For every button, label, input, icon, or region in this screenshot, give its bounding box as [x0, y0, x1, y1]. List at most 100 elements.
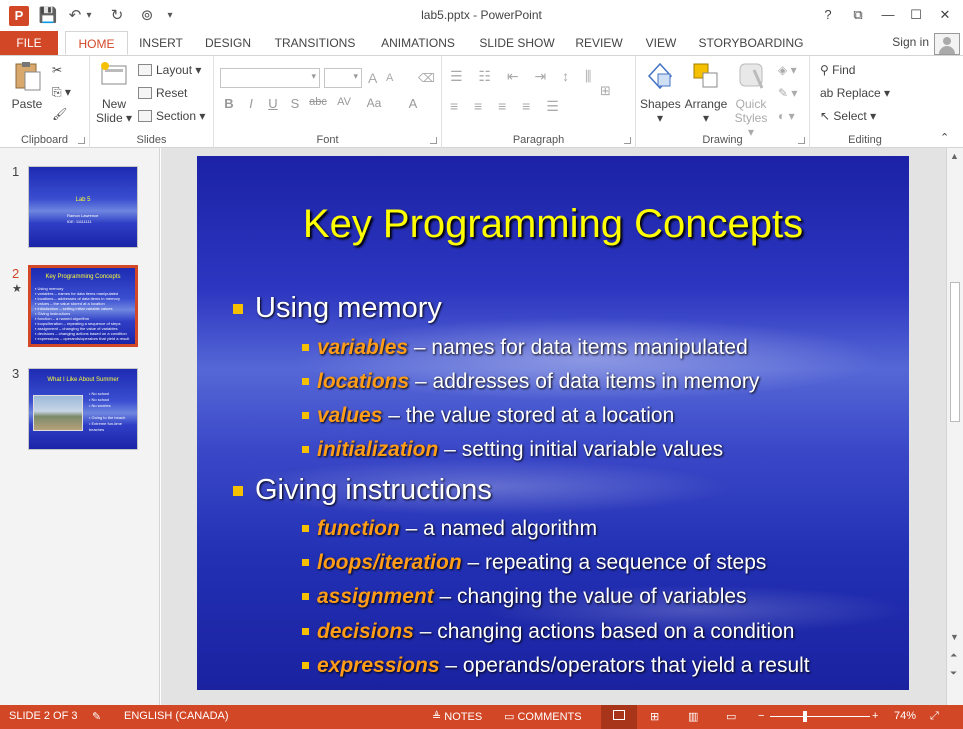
maximize-button[interactable]: ☐ — [903, 5, 929, 25]
tab-slide-show[interactable]: SLIDE SHOW — [476, 31, 558, 55]
slide-thumbnail-1[interactable]: Lab 5 Ramon Lawrence IDE: 11111111 — [28, 166, 138, 248]
font-launcher-icon[interactable] — [430, 137, 437, 144]
align-text-icon[interactable]: ⊞ — [600, 81, 611, 101]
scroll-up-icon[interactable]: ▲ — [950, 151, 959, 161]
ribbon-display-options-button[interactable]: ⧉ — [845, 5, 871, 25]
ribbon: Paste ✂ ⎘ ▾ 🖌 Clipboard New Slide ▾ Layo… — [0, 55, 963, 148]
scrollbar-thumb[interactable] — [950, 282, 960, 422]
tab-animations[interactable]: ANIMATIONS — [374, 31, 462, 55]
shapes-button[interactable]: Shapes ▾ — [640, 60, 681, 125]
shape-effects-icon[interactable]: ◐ ▾ — [778, 106, 795, 126]
spelling-check-icon[interactable]: ✎ — [92, 710, 101, 723]
section-button[interactable]: Section ▾ — [138, 106, 205, 126]
new-slide-button[interactable]: New Slide ▾ — [94, 60, 134, 125]
slide-thumbnail-3[interactable]: What I Like About Summer • No school • N… — [28, 368, 138, 450]
slide-sorter-icon[interactable]: ⊞ — [650, 710, 659, 723]
character-spacing-button[interactable]: AV — [332, 96, 356, 108]
zoom-level[interactable]: 74% — [894, 710, 916, 722]
bullet-level-1[interactable]: Using memory — [233, 292, 442, 325]
minimize-button[interactable]: — — [875, 5, 901, 25]
bullet-level-2[interactable]: expressions – operands/operators that yi… — [302, 654, 810, 678]
reading-view-icon[interactable]: ▥ — [688, 710, 698, 723]
bullet-level-2[interactable]: decisions – changing actions based on a … — [302, 620, 795, 644]
normal-view-icon — [613, 710, 629, 722]
shape-fill-icon[interactable]: ◈ ▾ — [778, 60, 797, 80]
bullet-level-2[interactable]: function – a named algorithm — [301, 517, 597, 541]
zoom-slider[interactable] — [770, 716, 870, 717]
language-status[interactable]: ENGLISH (CANADA) — [124, 710, 229, 722]
select-button[interactable]: ↖ Select ▾ — [820, 106, 876, 126]
reset-button[interactable]: Reset — [138, 83, 187, 103]
bold-button[interactable]: B — [220, 96, 238, 111]
notes-icon: ≜ — [432, 711, 445, 723]
clipboard-launcher-icon[interactable] — [78, 137, 85, 144]
layout-button[interactable]: Layout ▾ — [138, 60, 201, 80]
font-color-button[interactable]: A — [404, 96, 422, 111]
help-button[interactable]: ? — [815, 5, 841, 25]
quick-styles-button[interactable]: Quick Styles ▾ — [730, 60, 772, 139]
clear-formatting-icon[interactable]: ⌫ — [418, 68, 435, 88]
slide-count-status[interactable]: SLIDE 2 OF 3 — [9, 710, 77, 722]
italic-button[interactable]: I — [242, 96, 260, 111]
strikethrough-button[interactable]: abc — [306, 96, 330, 108]
cut-icon[interactable]: ✂ — [52, 60, 62, 80]
list-buttons-icon[interactable]: ☰ ☷ ⇤ ⇥ ↕ ⫼ — [450, 66, 597, 86]
shapes-icon — [647, 62, 673, 90]
collapse-ribbon-icon[interactable]: ⌃ — [940, 128, 949, 148]
tab-review[interactable]: REVIEW — [572, 31, 626, 55]
vertical-scrollbar[interactable]: ▲ ▼ ⏶ ⏷ — [946, 148, 963, 705]
slide-show-icon[interactable]: ▭ — [726, 710, 736, 723]
shape-outline-icon[interactable]: ✎ ▾ — [778, 83, 797, 103]
slide-thumbnail-2[interactable]: Key Programming Concepts ▪ Using memory … — [28, 265, 138, 347]
paste-button[interactable]: Paste — [6, 60, 48, 111]
zoom-slider-thumb[interactable] — [803, 711, 807, 722]
slide-thumbnails-pane[interactable]: 1 Lab 5 Ramon Lawrence IDE: 11111111 2 ★… — [0, 148, 160, 705]
bullet-level-1[interactable]: Giving instructions — [233, 474, 492, 507]
notes-button[interactable]: ≜ NOTES — [432, 710, 482, 723]
close-button[interactable]: ✕ — [932, 5, 958, 25]
underline-button[interactable]: U — [264, 96, 282, 111]
tab-file[interactable]: FILE — [0, 31, 58, 55]
fit-slide-icon[interactable]: ⤢ — [930, 710, 939, 723]
tab-storyboarding[interactable]: STORYBOARDING — [696, 31, 806, 55]
editing-group-label: Editing — [848, 134, 882, 146]
slide-title[interactable]: Key Programming Concepts — [197, 202, 909, 247]
bullet-level-2[interactable]: loops/iteration – repeating a sequence o… — [301, 551, 766, 575]
user-avatar-icon[interactable] — [934, 33, 960, 55]
drawing-group-label: Drawing — [702, 134, 743, 146]
tab-home[interactable]: HOME — [65, 31, 128, 55]
bullet-level-2[interactable]: initialization – setting initial variabl… — [301, 438, 723, 462]
font-name-combo[interactable] — [220, 68, 320, 88]
find-button[interactable]: ⚲ Find — [820, 60, 855, 80]
bullet-level-2[interactable]: locations – addresses of data items in m… — [301, 370, 759, 394]
new-slide-icon — [101, 62, 127, 85]
font-group-label: Font — [316, 134, 339, 146]
tab-transitions[interactable]: TRANSITIONS — [270, 31, 360, 55]
zoom-out-button[interactable]: − — [758, 710, 764, 722]
next-slide-icon[interactable]: ⏷ — [950, 668, 957, 679]
previous-slide-icon[interactable]: ⏶ — [950, 650, 957, 661]
text-shadow-button[interactable]: S — [286, 96, 304, 111]
comments-button[interactable]: ▭ COMMENTS — [504, 710, 582, 723]
tab-view[interactable]: VIEW — [640, 31, 682, 55]
drawing-launcher-icon[interactable] — [798, 137, 805, 144]
current-slide[interactable]: Key Programming Concepts Using memory va… — [197, 156, 909, 690]
arrange-button[interactable]: Arrange ▾ — [684, 60, 728, 125]
alignment-buttons-icon[interactable]: ≡ ≡ ≡ ≡ ☰ — [450, 96, 565, 116]
copy-icon[interactable]: ⎘ ▾ — [52, 82, 71, 102]
tab-design[interactable]: DESIGN — [200, 31, 256, 55]
bullet-level-2[interactable]: variables – names for data items manipul… — [302, 336, 748, 360]
tab-insert[interactable]: INSERT — [136, 31, 186, 55]
bullet-level-2[interactable]: values – the value stored at a location — [301, 404, 674, 428]
replace-button[interactable]: ab Replace ▾ — [820, 83, 890, 103]
paragraph-launcher-icon[interactable] — [624, 137, 631, 144]
scroll-down-icon[interactable]: ▼ — [950, 632, 959, 642]
shrink-font-button[interactable]: A — [386, 68, 393, 88]
zoom-in-button[interactable]: + — [872, 710, 878, 722]
change-case-button[interactable]: Aa — [362, 96, 386, 110]
format-painter-icon[interactable]: 🖌 — [52, 104, 67, 124]
grow-font-button[interactable]: A — [368, 68, 377, 88]
sign-in-link[interactable]: Sign in — [892, 35, 929, 49]
bullet-level-2[interactable]: assignment – changing the value of varia… — [302, 585, 747, 609]
font-size-combo[interactable] — [324, 68, 362, 88]
